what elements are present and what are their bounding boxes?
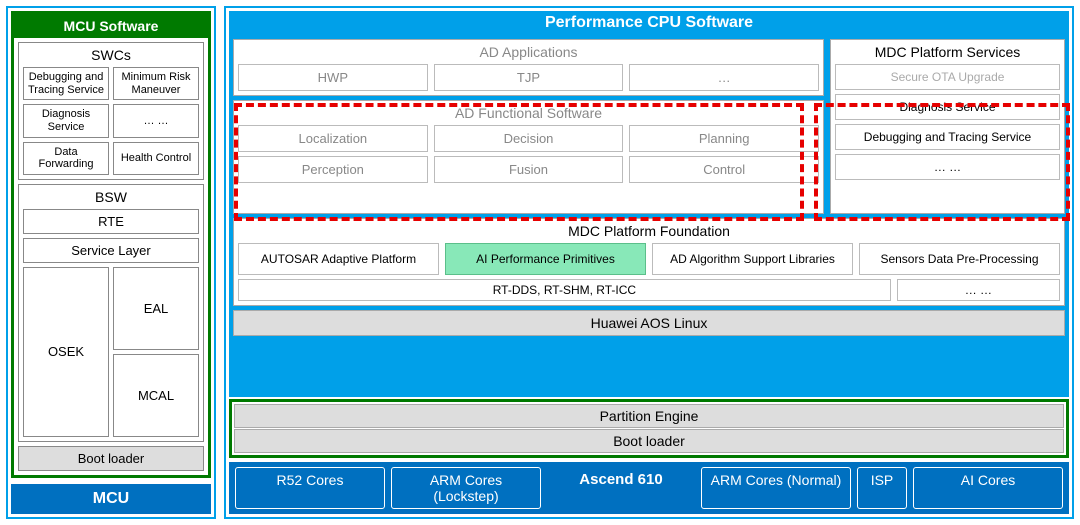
mdc-secure-ota: Secure OTA Upgrade <box>835 64 1060 90</box>
ad-applications-box: AD Applications HWP TJP … <box>233 39 824 96</box>
mdc-foundation-row: AUTOSAR Adaptive Platform AI Performance… <box>238 243 1060 275</box>
upper-row: AD Applications HWP TJP … AD Functional … <box>233 39 1065 214</box>
mcu-software-header: MCU Software <box>14 14 208 38</box>
mcu-bootloader: Boot loader <box>18 446 204 471</box>
ad-planning: Planning <box>629 125 819 152</box>
mdc-platform-foundation: MDC Platform Foundation AUTOSAR Adaptive… <box>233 218 1065 306</box>
mcu-column: MCU Software SWCs Debugging and Tracing … <box>6 6 216 519</box>
bsw-mcal: MCAL <box>113 354 199 437</box>
ad-apps-header: AD Applications <box>238 44 819 60</box>
bsw-header: BSW <box>23 189 199 205</box>
ad-localization: Localization <box>238 125 428 152</box>
ad-control: Control <box>629 156 819 183</box>
swcs-header: SWCs <box>23 47 199 63</box>
mcu-software-box: MCU Software SWCs Debugging and Tracing … <box>11 11 211 478</box>
cores-row: R52 Cores ARM Cores (Lockstep) Ascend 61… <box>229 462 1069 514</box>
mcu-hw-label: MCU <box>11 484 211 514</box>
core-r52: R52 Cores <box>235 467 385 509</box>
ad-func-header: AD Functional Software <box>238 105 819 121</box>
mdc-services-header: MDC Platform Services <box>835 44 1060 60</box>
bsw-rte: RTE <box>23 209 199 234</box>
ad-perception: Perception <box>238 156 428 183</box>
bsw-box: BSW RTE Service Layer OSEK EAL MCAL <box>18 184 204 442</box>
core-isp: ISP <box>857 467 907 509</box>
bsw-service-layer: Service Layer <box>23 238 199 263</box>
core-arm-normal: ARM Cores (Normal) <box>701 467 851 509</box>
ad-func-row1: Localization Decision Planning <box>238 125 819 152</box>
ad-fusion: Fusion <box>434 156 624 183</box>
sensors-preprocessing: Sensors Data Pre-Processing <box>859 243 1060 275</box>
perf-bootloader: Boot loader <box>234 429 1064 453</box>
mdc-foundation-sub: RT-DDS, RT-SHM, RT-ICC … … <box>238 279 1060 301</box>
partition-bootloader-box: Partition Engine Boot loader <box>229 399 1069 458</box>
swc-debugging-tracing: Debugging and Tracing Service <box>23 67 109 100</box>
swc-diagnosis: Diagnosis Service <box>23 104 109 137</box>
swc-data-forwarding: Data Forwarding <box>23 142 109 175</box>
rt-dds-shm-icc: RT-DDS, RT-SHM, RT-ICC <box>238 279 891 301</box>
ad-func-row2: Perception Fusion Control <box>238 156 819 183</box>
bsw-osek: OSEK <box>23 267 109 437</box>
swc-min-risk-maneuver: Minimum Risk Maneuver <box>113 67 199 100</box>
swc-ellipsis: … … <box>113 104 199 137</box>
mdc-debugging-tracing: Debugging and Tracing Service <box>835 124 1060 150</box>
core-ai: AI Cores <box>913 467 1063 509</box>
ad-app-tjp: TJP <box>434 64 624 91</box>
ad-app-ellipsis: … <box>629 64 819 91</box>
swcs-grid: Debugging and Tracing Service Minimum Ri… <box>23 67 199 175</box>
mdc-foundation-header: MDC Platform Foundation <box>238 223 1060 239</box>
mcu-inner: SWCs Debugging and Tracing Service Minim… <box>14 38 208 475</box>
bsw-lower: OSEK EAL MCAL <box>23 267 199 437</box>
mdc-serv-ellipsis: … … <box>835 154 1060 180</box>
ad-stack: AD Applications HWP TJP … AD Functional … <box>233 39 824 214</box>
ad-app-hwp: HWP <box>238 64 428 91</box>
bsw-eal: EAL <box>113 267 199 350</box>
mdc-platform-services: MDC Platform Services Secure OTA Upgrade… <box>830 39 1065 214</box>
performance-cpu-column: Performance CPU Software AD Applications… <box>224 6 1074 519</box>
ad-decision: Decision <box>434 125 624 152</box>
perf-cpu-header: Performance CPU Software <box>233 11 1065 35</box>
ad-functional-box: AD Functional Software Localization Deci… <box>233 100 824 214</box>
huawei-aos-linux: Huawei AOS Linux <box>233 310 1065 336</box>
ad-apps-row: HWP TJP … <box>238 64 819 91</box>
diagram-root: MCU Software SWCs Debugging and Tracing … <box>0 0 1080 525</box>
swcs-box: SWCs Debugging and Tracing Service Minim… <box>18 42 204 180</box>
core-ascend-610: Ascend 610 <box>547 467 695 509</box>
perf-blue-area: Performance CPU Software AD Applications… <box>229 11 1069 397</box>
mdc-foundation-ellipsis: … … <box>897 279 1060 301</box>
swc-health-control: Health Control <box>113 142 199 175</box>
ad-algo-support: AD Algorithm Support Libraries <box>652 243 853 275</box>
core-arm-lockstep: ARM Cores (Lockstep) <box>391 467 541 509</box>
partition-engine: Partition Engine <box>234 404 1064 428</box>
mdc-diagnosis: Diagnosis Service <box>835 94 1060 120</box>
autosar-adaptive: AUTOSAR Adaptive Platform <box>238 243 439 275</box>
ai-performance-primitives: AI Performance Primitives <box>445 243 646 275</box>
